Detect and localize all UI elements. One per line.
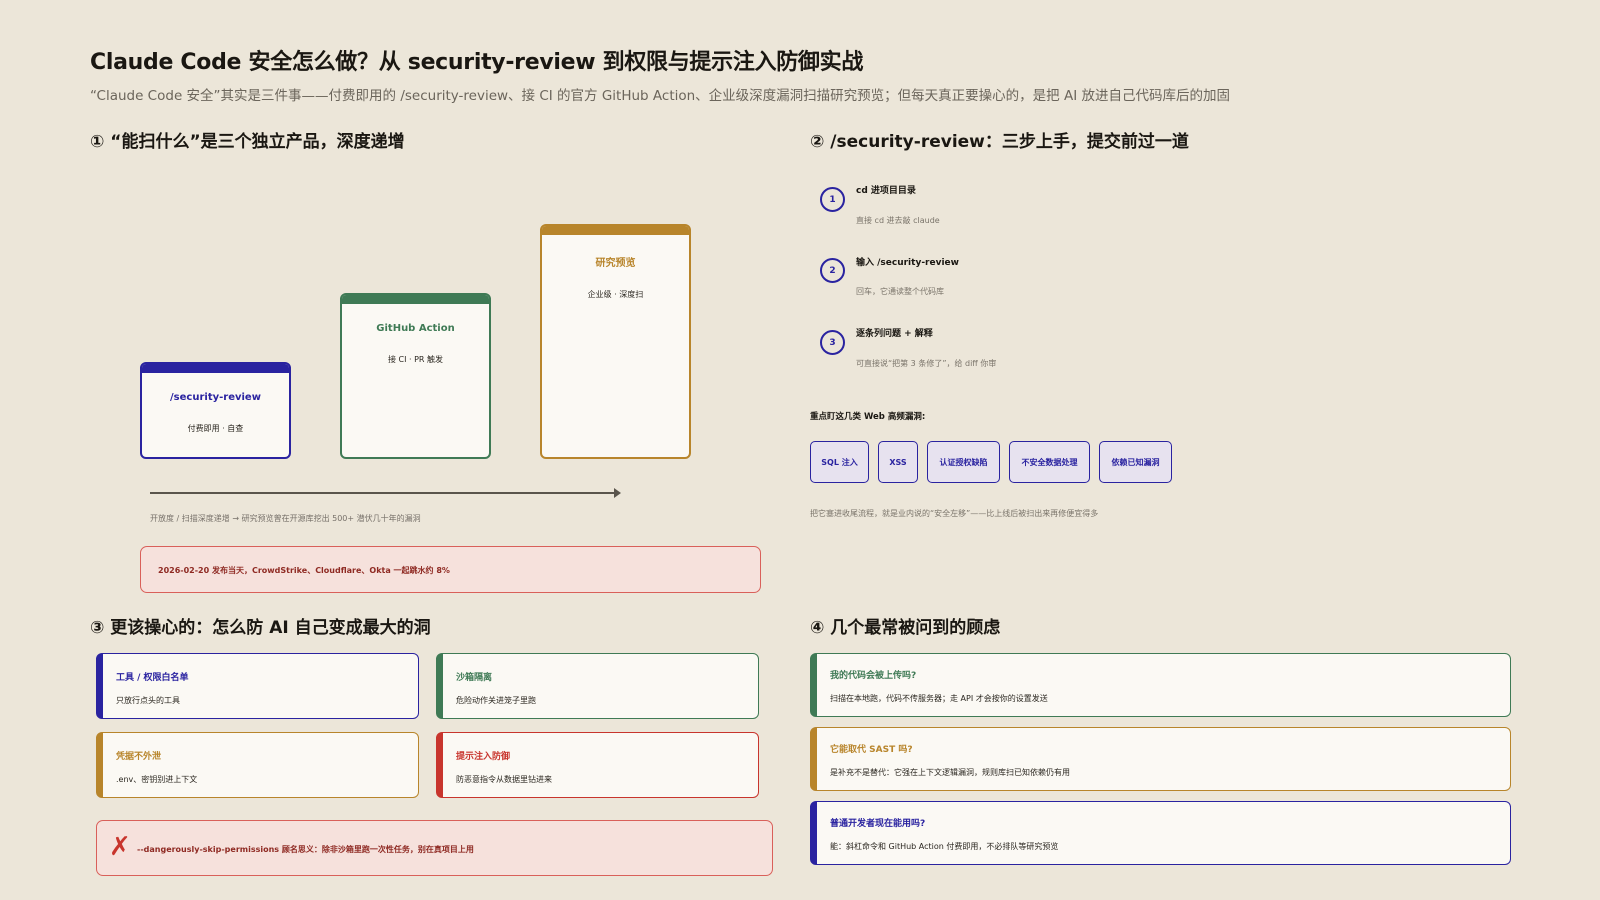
guard-card-desc: .env、密钥别进上下文 (116, 775, 198, 784)
section-1-heading: ① “能扫什么”是三个独立产品，深度递增 (90, 132, 405, 152)
guard-card-prompt-injection: 提示注入防御 防恶意指令从数据里钻进来 (436, 732, 759, 798)
vuln-chip-dependency: 依赖已知漏洞 (1099, 441, 1172, 483)
section-3-heading: ③ 更该操心的：怎么防 AI 自己变成最大的洞 (90, 618, 431, 638)
faq-answer: 扫描在本地跑，代码不传服务器；走 API 才会按你的设置发送 (830, 694, 1048, 703)
guard-card-title: 凭据不外泄 (116, 752, 162, 762)
launch-alert-text: 2026-02-20 发布当天，CrowdStrike、Cloudflare、O… (158, 566, 450, 575)
section-4-heading: ④ 几个最常被问到的顾虑 (810, 618, 1001, 638)
pillar-desc: 企业级 · 深度扫 (587, 290, 644, 299)
faq-question: 我的代码会被上传吗? (830, 671, 917, 681)
danger-warning: ✗ --dangerously-skip-permissions 顾名思义：除非… (96, 820, 773, 876)
step-number: 3 (820, 330, 845, 355)
faq-answer: 是补充不是替代：它强在上下文逻辑漏洞，规则库扫已知依赖仍有用 (830, 768, 1070, 777)
faq-card-sast: 它能取代 SAST 吗? 是补充不是替代：它强在上下文逻辑漏洞，规则库扫已知依赖… (810, 727, 1511, 791)
step-number: 2 (820, 258, 845, 283)
shift-left-note: 把它塞进收尾流程，就是业内说的“安全左移”——比上线后被扫出来再修便宜得多 (810, 509, 1099, 518)
guard-card-desc: 防恶意指令从数据里钻进来 (456, 775, 552, 784)
step-desc: 可直接说“把第 3 条修了”，给 diff 你审 (856, 359, 997, 368)
danger-warning-text: --dangerously-skip-permissions 顾名思义：除非沙箱… (137, 845, 474, 854)
faq-card-upload: 我的代码会被上传吗? 扫描在本地跑，代码不传服务器；走 API 才会按你的设置发… (810, 653, 1511, 717)
vuln-chip-data-handling: 不安全数据处理 (1009, 441, 1090, 483)
faq-question: 普通开发者现在能用吗? (830, 819, 926, 829)
pillar-name: /security-review (170, 392, 261, 403)
faq-question: 它能取代 SAST 吗? (830, 745, 913, 755)
guard-card-sandbox: 沙箱隔离 危险动作关进笼子里跑 (436, 653, 759, 719)
launch-alert: 2026-02-20 发布当天，CrowdStrike、Cloudflare、O… (140, 546, 761, 593)
step-title: 逐条列问题 + 解释 (856, 329, 933, 339)
guard-card-desc: 只放行点头的工具 (116, 696, 180, 705)
pillar-security-review: /security-review 付费即用 · 自查 (140, 362, 291, 459)
section-2-heading: ② /security-review：三步上手，提交前过一道 (810, 132, 1189, 152)
guard-card-allowlist: 工具 / 权限白名单 只放行点头的工具 (96, 653, 419, 719)
step-desc: 直接 cd 进去敲 claude (856, 216, 940, 225)
step-title: cd 进项目目录 (856, 186, 916, 196)
pillar-cap (142, 364, 289, 373)
guard-card-credentials: 凭据不外泄 .env、密钥别进上下文 (96, 732, 419, 798)
cross-icon: ✗ (109, 832, 131, 862)
page-subtitle: “Claude Code 安全”其实是三件事——付费即用的 /security-… (90, 88, 1230, 104)
pillar-desc: 接 CI · PR 触发 (387, 355, 444, 364)
step-number: 1 (820, 187, 845, 212)
page-title: Claude Code 安全怎么做？从 security-review 到权限与… (90, 50, 864, 75)
vuln-chip-sql-injection: SQL 注入 (810, 441, 869, 483)
pillar-desc: 付费即用 · 自查 (187, 424, 244, 433)
guard-card-title: 工具 / 权限白名单 (116, 673, 189, 683)
pillar-github-action: GitHub Action 接 CI · PR 触发 (340, 293, 491, 459)
pillar-cap (542, 226, 689, 235)
vuln-list-label: 重点盯这几类 Web 高频漏洞: (810, 412, 926, 422)
guard-card-title: 沙箱隔离 (456, 673, 493, 683)
axis-caption: 开放度 / 扫描深度递增 → 研究预览曾在开源库挖出 500+ 潜伏几十年的漏洞 (150, 514, 421, 523)
pillar-cap (342, 295, 489, 304)
step-title: 输入 /security-review (856, 258, 959, 268)
vuln-chip-auth: 认证授权缺陷 (927, 441, 1000, 483)
guard-card-title: 提示注入防御 (456, 752, 511, 762)
step-desc: 回车，它通读整个代码库 (856, 287, 944, 296)
guard-card-desc: 危险动作关进笼子里跑 (456, 696, 536, 705)
vuln-chip-xss: XSS (878, 441, 918, 483)
arrow-right-icon (614, 488, 621, 498)
faq-answer: 能：斜杠命令和 GitHub Action 付费即用，不必排队等研究预览 (830, 842, 1059, 851)
faq-card-availability: 普通开发者现在能用吗? 能：斜杠命令和 GitHub Action 付费即用，不… (810, 801, 1511, 865)
pillar-name: 研究预览 (595, 258, 636, 269)
depth-axis-line (150, 492, 616, 494)
pillar-name: GitHub Action (376, 323, 455, 334)
pillar-research-preview: 研究预览 企业级 · 深度扫 (540, 224, 691, 459)
